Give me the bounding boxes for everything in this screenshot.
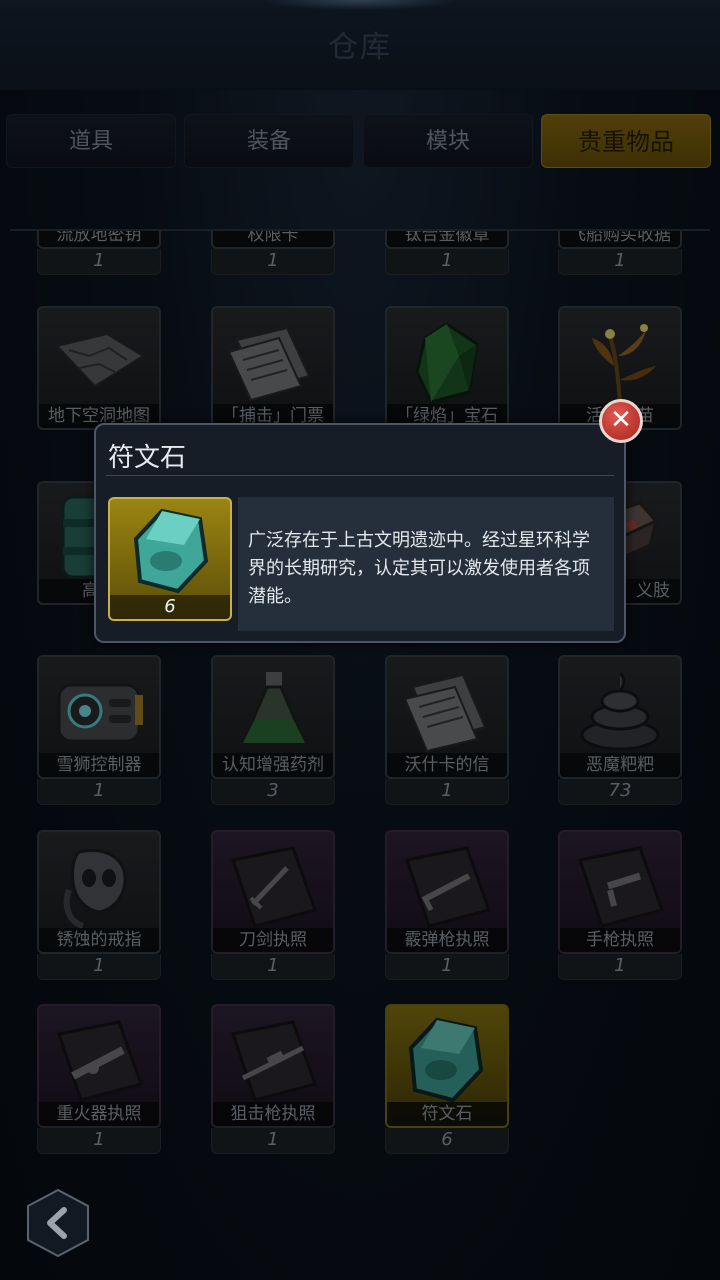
popup-item-count: 6 [110, 595, 230, 619]
back-arrow-icon [27, 1188, 89, 1258]
close-icon: ✕ [610, 405, 632, 435]
rune-stone-icon [133, 508, 209, 594]
popup-description: 广泛存在于上古文明遗迹中。经过星环科学界的长期研究，认定其可以激发使用者各项潜能… [238, 497, 614, 631]
popup-title: 符文石 [108, 443, 187, 473]
close-button[interactable]: ✕ [599, 399, 643, 443]
back-button[interactable] [26, 1188, 90, 1258]
item-detail-popup: 符文石 6 广泛存在于上古文明遗迹中。经过星环科学界的长期研究，认定其可以激发使… [94, 423, 626, 643]
popup-item-icon: 6 [108, 497, 232, 621]
popup-divider [106, 475, 614, 476]
